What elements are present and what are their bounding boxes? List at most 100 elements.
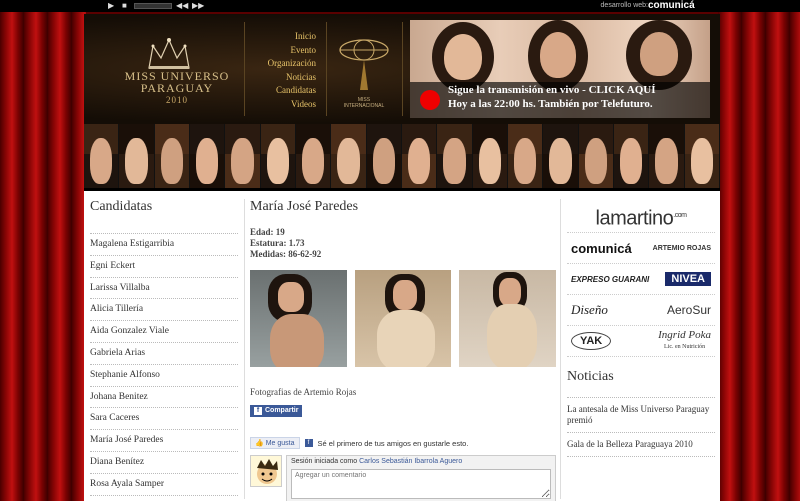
measures-value: 86-62-92 [288, 249, 322, 259]
crown-icon [148, 38, 190, 69]
comment-input[interactable] [291, 469, 551, 499]
candidate-thumbnail[interactable] [472, 124, 508, 188]
session-user-link[interactable]: Carlos Sebastián Ibarrola Aguero [359, 458, 462, 465]
candidate-thumbnail[interactable] [225, 124, 261, 188]
candidate-link[interactable]: Aida Gonzalez Viale [90, 321, 238, 343]
candidate-name: María José Paredes [250, 199, 359, 214]
candidate-thumbnail[interactable] [154, 124, 190, 188]
candidate-link[interactable]: Alicia Tillería [90, 299, 238, 322]
news-item-link[interactable]: La antesala de Miss Universo Paraguay pr… [567, 398, 715, 433]
avatar [250, 455, 282, 487]
sponsor-aerosur-logo[interactable]: AeroSur [667, 303, 711, 317]
candidate-thumbnail[interactable] [331, 124, 367, 188]
sponsor-row: YAK Ingrid Poka Lic. en Nutrición [567, 326, 715, 357]
candidate-thumbnail[interactable] [649, 124, 685, 188]
curtain-right-decoration [718, 12, 800, 501]
candidate-thumbnail[interactable] [613, 124, 650, 188]
miss-internacional-logo[interactable]: MISS INTERNACIONAL [334, 36, 394, 114]
like-text: Sé el primero de tus amigos en gustarle … [317, 438, 469, 448]
candidate-link[interactable]: Magalena Estigarribia [90, 234, 238, 256]
news-item-link[interactable]: Gala de la Belleza Paraguaya 2010 [567, 433, 715, 457]
banner-caption: Sigue la transmisión en vivo - CLICK AQU… [410, 82, 710, 118]
session-label: Sesión iniciada como [291, 458, 358, 465]
nav-item-inicio[interactable]: Inicio [264, 30, 316, 44]
sponsor-expreso-guarani-logo[interactable]: EXPRESO GUARANI [571, 275, 649, 284]
comment-area: Sesión iniciada como Carlos Sebastián Ib… [286, 455, 556, 501]
candidate-link[interactable]: María José Paredes [90, 430, 238, 452]
news-title: Noticias [567, 369, 715, 398]
like-button[interactable]: 👍 Me gusta [250, 437, 300, 449]
candidate-thumbnail[interactable] [507, 124, 544, 188]
facebook-icon: f [304, 439, 313, 447]
banner-cta-text[interactable]: Sigue la transmisión en vivo - CLICK AQU… [448, 84, 656, 96]
candidate-thumbnail[interactable] [543, 124, 579, 188]
sponsor-row: Diseño AeroSur [567, 295, 715, 326]
candidate-thumbnail[interactable] [401, 124, 438, 188]
sponsor-comunica-logo[interactable]: comunicá [571, 241, 632, 256]
candidate-photo[interactable] [354, 270, 452, 367]
measures-label: Medidas: [250, 249, 286, 259]
height-value: 1.73 [288, 238, 305, 248]
sponsor-yak-logo[interactable]: YAK [571, 332, 612, 350]
candidates-face-strip [84, 124, 720, 188]
candidate-thumbnail[interactable] [295, 124, 332, 188]
age-value: 19 [275, 227, 285, 237]
sponsor-lamartino-logo[interactable]: lamartino.com [567, 199, 715, 233]
candidate-link[interactable]: Johana Benitez [90, 387, 238, 409]
candidate-thumbnail[interactable] [189, 124, 226, 188]
candidate-link[interactable]: Sara Caceres [90, 408, 238, 431]
photo-gallery [250, 270, 557, 367]
nav-item-videos[interactable]: Videos [264, 98, 316, 112]
globe-icon [339, 39, 389, 90]
sponsor-diseno-logo[interactable]: Diseño [571, 302, 608, 318]
candidate-link[interactable]: Diana Benítez [90, 452, 238, 474]
credit-brand-link[interactable]: comunicá [648, 0, 695, 11]
play-icon[interactable]: ▶ [108, 2, 114, 10]
candidate-thumbnail[interactable] [260, 124, 296, 188]
sponsor-artemio-rojas-logo[interactable]: ARTEMIO ROJAS [653, 245, 711, 252]
ingrid-poka-text: Ingrid Poka [658, 329, 711, 341]
curtain-left-decoration [0, 12, 86, 501]
candidate-thumbnail[interactable] [84, 124, 120, 188]
header-divider [244, 22, 245, 116]
stop-icon[interactable]: ■ [122, 2, 127, 10]
volume-slider[interactable] [134, 3, 172, 9]
candidate-link[interactable]: Rosa Ayala Samper [90, 474, 238, 496]
sponsor-row: comunicá ARTEMIO ROJAS [567, 233, 715, 264]
sponsor-nivea-logo[interactable]: NIVEA [665, 272, 711, 286]
nav-item-evento[interactable]: Evento [264, 44, 317, 58]
candidate-link[interactable]: Stephanie Alfonso [90, 365, 238, 387]
logo-year-text: 2010 [166, 95, 188, 105]
candidate-thumbnail[interactable] [366, 124, 402, 188]
candidate-photo[interactable] [250, 270, 347, 367]
nav-item-organizacion[interactable]: Organización [264, 57, 316, 71]
sponsor-ingrid-poka-logo[interactable]: Ingrid Poka Lic. en Nutrición [658, 330, 711, 352]
candidate-thumbnail[interactable] [119, 124, 155, 188]
facebook-share-button[interactable]: f Compartir [250, 405, 302, 417]
main-content: Candidatas Magalena Estigarribia Egni Ec… [84, 191, 720, 501]
candidate-stats: Edad: 19 Estatura: 1.73 Medidas: 86-62-9… [250, 227, 556, 260]
forward-icon[interactable]: ▶▶ [192, 2, 204, 10]
column-divider [244, 199, 245, 499]
candidate-link[interactable]: Egni Eckert [90, 256, 238, 278]
lamartino-text: lamartino [595, 207, 674, 230]
lamartino-sup: .com [673, 212, 687, 219]
nav-item-noticias[interactable]: Noticias [264, 71, 316, 85]
nav-item-candidatas[interactable]: Candidatas [264, 84, 316, 98]
candidate-thumbnail[interactable] [578, 124, 614, 188]
banner-photo [640, 32, 678, 76]
candidate-photo[interactable] [459, 270, 557, 367]
main-nav: Inicio Evento Organización Noticias Cand… [264, 30, 316, 111]
candidate-link[interactable]: Larissa Villalba [90, 278, 238, 300]
site-logo[interactable]: MISS UNIVERSO PARAGUAY 2010 [102, 70, 252, 106]
candidate-profile: María José Paredes Edad: 19 Estatura: 1.… [250, 199, 557, 501]
candidate-thumbnail[interactable] [684, 124, 720, 188]
live-record-icon[interactable] [420, 90, 440, 110]
candidate-thumbnail[interactable] [437, 124, 473, 188]
site-header: MISS UNIVERSO PARAGUAY 2010 Inicio Event… [84, 14, 720, 124]
live-stream-banner[interactable]: Sigue la transmisión en vivo - CLICK AQU… [410, 20, 710, 118]
candidate-link[interactable]: Gabriela Arias [90, 343, 238, 365]
candidates-list: Magalena Estigarribia Egni Eckert Lariss… [90, 233, 238, 496]
rewind-icon[interactable]: ◀◀ [176, 2, 188, 10]
banner-photo [540, 32, 576, 78]
